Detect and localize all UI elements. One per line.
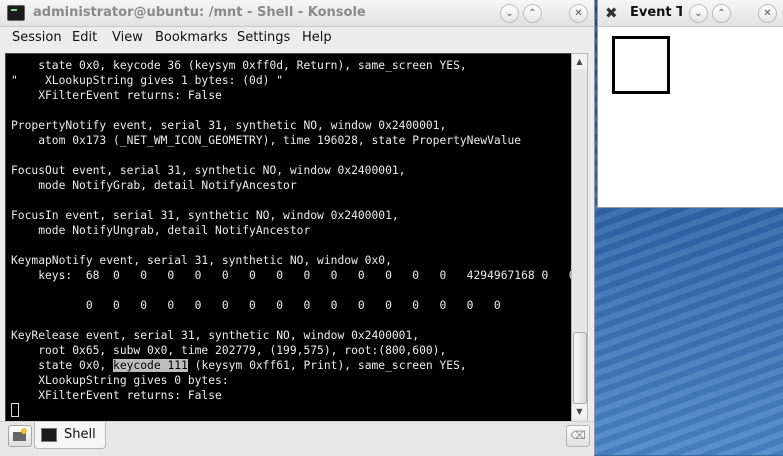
- chevron-down-icon: ⌄: [505, 8, 514, 19]
- konsole-titlebar[interactable]: administrator@ubuntu: /mnt - Shell - Kon…: [0, 0, 594, 27]
- terminal-line: PropertyNotify event, serial 31, synthet…: [11, 119, 447, 132]
- terminal-line: KeymapNotify event, serial 31, synthetic…: [11, 254, 392, 267]
- menu-edit[interactable]: Edit: [72, 30, 97, 45]
- tab-shell[interactable]: Shell: [34, 422, 106, 449]
- close-icon: ✕: [763, 8, 772, 19]
- event-tester-title: Event Tester: [630, 5, 682, 20]
- terminal-app-icon[interactable]: [7, 5, 25, 21]
- triangle-up-icon: ▲: [576, 57, 583, 66]
- terminal-line-highlight: state 0x0, keycode 111 (keysym 0xff61, P…: [11, 358, 467, 373]
- scroll-up-button[interactable]: ▲: [572, 54, 587, 69]
- event-close-button[interactable]: ✕: [758, 4, 777, 23]
- chevron-up-icon: ⌃: [717, 8, 726, 19]
- new-tab-button[interactable]: [8, 425, 32, 447]
- terminal-line: FocusIn event, serial 31, synthetic NO, …: [11, 209, 399, 222]
- close-button[interactable]: ✕: [569, 4, 588, 23]
- tab-label: Shell: [64, 427, 96, 442]
- vertical-scrollbar[interactable]: ▲ ▼: [571, 53, 588, 422]
- terminal-line: XFilterEvent returns: False: [11, 389, 222, 402]
- event-tester-square[interactable]: [612, 36, 670, 94]
- maximize-button[interactable]: ⌃: [523, 4, 542, 23]
- chevron-up-icon: ⌃: [528, 8, 537, 19]
- close-tab-button[interactable]: ⌫: [566, 425, 590, 447]
- terminal-line: state 0x0, keycode 36 (keysym 0xff0d, Re…: [11, 59, 467, 72]
- terminal-line: XLookupString gives 0 bytes:: [11, 374, 229, 387]
- window-title: administrator@ubuntu: /mnt - Shell - Kon…: [33, 5, 366, 20]
- event-tester-titlebar[interactable]: ✖ Event Tester ⌄ ⌃ ✕: [598, 0, 783, 27]
- terminal-line: root 0x65, subw 0x0, time 202779, (199,5…: [11, 344, 447, 357]
- triangle-down-icon: ▼: [576, 407, 583, 416]
- terminal-line: XFilterEvent returns: False: [11, 89, 222, 102]
- scroll-down-button[interactable]: ▼: [572, 404, 587, 419]
- konsole-window: administrator@ubuntu: /mnt - Shell - Kon…: [0, 0, 595, 456]
- terminal-line: 0 0 0 0 0 0 0 0 0 0 0 0 0 0 0 0: [11, 299, 501, 312]
- chevron-down-icon: ⌄: [694, 8, 703, 19]
- terminal-line: mode NotifyGrab, detail NotifyAncestor: [11, 179, 297, 192]
- selected-text[interactable]: keycode 111: [113, 359, 188, 372]
- menu-view[interactable]: View: [112, 30, 143, 45]
- menu-help[interactable]: Help: [302, 30, 332, 45]
- menubar: Session Edit View Bookmarks Settings Hel…: [0, 27, 594, 49]
- terminal-line: " XLookupString gives 1 bytes: (0d) ": [11, 74, 284, 87]
- highlight-prefix: state 0x0,: [11, 359, 114, 372]
- terminal-line: keys: 68 0 0 0 0 0 0 0 0 0 0 0 0 0 42949…: [11, 269, 573, 282]
- menu-settings[interactable]: Settings: [237, 30, 290, 45]
- event-maximize-button[interactable]: ⌃: [712, 4, 731, 23]
- tools-icon[interactable]: ✖: [605, 5, 618, 21]
- close-icon: ✕: [574, 8, 583, 19]
- terminal-line: mode NotifyUngrab, detail NotifyAncestor: [11, 224, 311, 237]
- scrollbar-thumb[interactable]: [573, 332, 587, 404]
- menu-session[interactable]: Session: [12, 30, 62, 45]
- close-tab-icon: ⌫: [570, 429, 586, 442]
- terminal-line: FocusOut event, serial 31, synthetic NO,…: [11, 164, 406, 177]
- terminal-cursor: [11, 403, 19, 417]
- terminal-icon: [41, 428, 57, 442]
- terminal-output[interactable]: state 0x0, keycode 36 (keysym 0xff0d, Re…: [5, 53, 573, 422]
- minimize-button[interactable]: ⌄: [500, 4, 519, 23]
- menu-bookmarks[interactable]: Bookmarks: [155, 30, 228, 45]
- tab-bar: Shell ⌫: [0, 421, 594, 456]
- terminal-line: atom 0x173 (_NET_WM_ICON_GEOMETRY), time…: [11, 134, 522, 147]
- event-tester-window: ✖ Event Tester ⌄ ⌃ ✕: [597, 0, 783, 208]
- event-minimize-button[interactable]: ⌄: [689, 4, 708, 23]
- terminal-line: KeyRelease event, serial 31, synthetic N…: [11, 329, 420, 342]
- highlight-suffix: (keysym 0xff61, Print), same_screen YES,: [187, 359, 467, 372]
